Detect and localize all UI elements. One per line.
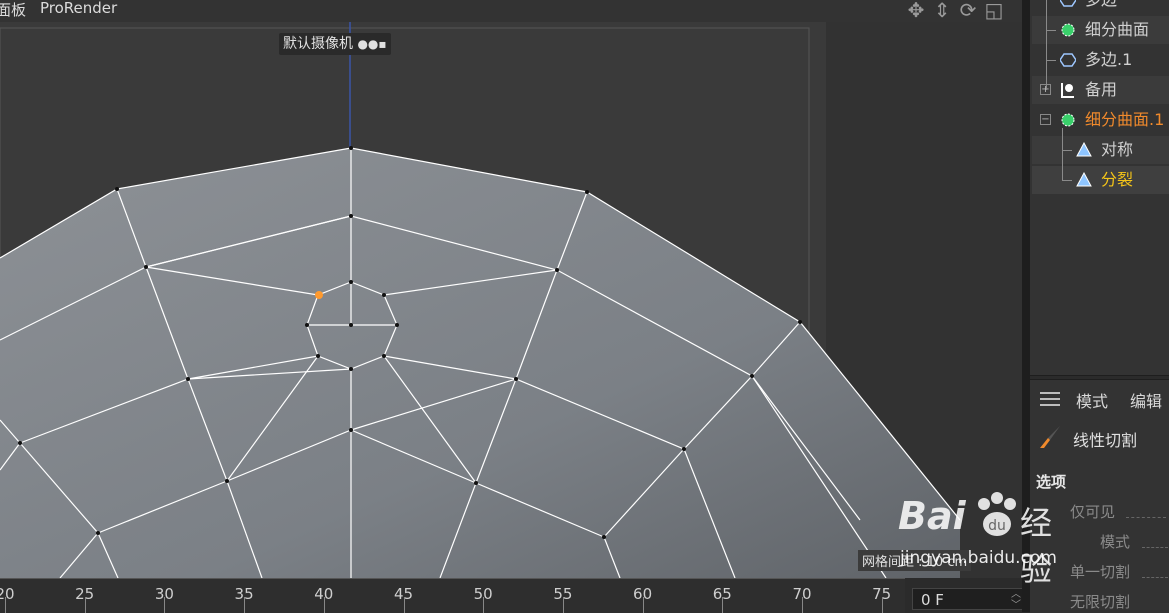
camera-label-text: 默认摄像机 [283, 36, 353, 52]
symmetry-icon [1076, 142, 1092, 157]
camera-icon: ●●▪ [357, 37, 387, 51]
timeline-tick-label: 20 [0, 585, 15, 603]
object-row-backup[interactable]: + 备用 [1032, 76, 1169, 104]
panel-divider[interactable] [1022, 0, 1030, 612]
timeline-tick [84, 597, 86, 613]
move-view-icon[interactable]: ✥ [906, 0, 932, 22]
option-mode[interactable]: 模式 [1100, 531, 1130, 552]
tree-line [1046, 60, 1056, 61]
selected-vertex[interactable] [315, 291, 323, 299]
menu-panel[interactable]: 面板 [0, 0, 26, 20]
tab-edit[interactable]: 编辑 [1130, 388, 1162, 412]
tree-line [1062, 150, 1072, 151]
object-label: 分裂 [1101, 170, 1134, 189]
polygon-icon [1060, 53, 1076, 67]
mesh-surface [0, 148, 960, 578]
object-row-split[interactable]: 分裂 [1032, 166, 1169, 194]
timeline-tick [403, 597, 405, 613]
tree-line [1062, 180, 1072, 181]
object-label: 细分曲面 [1085, 20, 1150, 39]
tool-name: 线性切割 [1073, 431, 1138, 450]
object-label: 多边.1 [1085, 50, 1133, 69]
section-title-options: 选项 [1036, 473, 1067, 491]
tree-line [1046, 30, 1056, 31]
split-icon [1076, 172, 1092, 187]
timeline-tick [244, 597, 246, 613]
option-visible-only[interactable]: 仅可见 [1070, 501, 1115, 522]
hamburger-menu-icon[interactable] [1040, 392, 1060, 406]
frame-value: 0 F [921, 591, 944, 609]
option-leader [1142, 577, 1168, 578]
subdivision-surface-icon [1061, 113, 1075, 127]
object-label: 多边 [1085, 0, 1117, 14]
object-row-subdivision-1[interactable]: − 细分曲面.1 [1032, 106, 1169, 134]
frame-stepper-icon[interactable]: ︿ ﹀ [1011, 589, 1021, 611]
object-label: 备用 [1085, 80, 1118, 99]
timeline-tick [562, 597, 564, 613]
timeline-tick [323, 597, 325, 613]
view-navigation-icons: ✥ ⇕ ⟳ ◱ [906, 0, 1010, 22]
null-object-icon [1061, 83, 1074, 98]
camera-label[interactable]: 默认摄像机 ●●▪ [279, 33, 391, 55]
knife-icon [1040, 426, 1060, 448]
rotate-view-icon[interactable]: ⟳ [958, 0, 984, 22]
attributes-panel: 模式 编辑 线性切割 选项 仅可见 模式 单一切割 无限切割 [1030, 379, 1169, 613]
object-label: 对称 [1101, 140, 1134, 159]
timeline-tick [5, 597, 6, 613]
3d-viewport[interactable]: 默认摄像机 ●●▪ 网格间距 : 10 cm [0, 22, 1022, 578]
tree-line [1046, 0, 1047, 90]
tree-line [1062, 128, 1063, 180]
option-infinite-cut[interactable]: 无限切割 [1070, 591, 1130, 612]
polygon-icon [1060, 0, 1076, 7]
object-manager: 多边 细分曲面 多边.1 + 备用 − 细分曲面.1 对称 分裂 [1030, 0, 1169, 376]
toggle-view-icon[interactable]: ◱ [984, 0, 1010, 22]
option-leader [1126, 517, 1166, 518]
option-leader [1142, 547, 1168, 548]
timeline-tick [164, 597, 166, 613]
timeline-ruler[interactable]: 20 25 30 35 40 45 50 55 60 65 70 75 [0, 578, 905, 613]
tab-mode[interactable]: 模式 [1076, 388, 1108, 412]
object-row-symmetry[interactable]: 对称 [1032, 136, 1169, 164]
grid-spacing-label: 网格间距 : 10 cm [858, 550, 972, 571]
collapse-icon[interactable]: − [1040, 114, 1051, 125]
subdivision-surface-icon [1061, 23, 1075, 37]
timeline-tick [642, 597, 644, 613]
object-row-polygon[interactable]: 多边 [1032, 0, 1169, 14]
attributes-header: 模式 编辑 [1030, 380, 1169, 414]
timeline-tick [802, 597, 803, 613]
timeline-tick [722, 597, 724, 613]
object-label: 细分曲面.1 [1085, 110, 1165, 129]
timeline-tick [881, 597, 883, 613]
current-frame-field[interactable]: 0 F ︿ ﹀ [912, 588, 1026, 611]
timeline-tick [483, 597, 485, 613]
viewport-menu-bar: 面板 ProRender ✥ ⇕ ⟳ ◱ [0, 0, 1030, 22]
menu-prorender[interactable]: ProRender [40, 0, 117, 17]
mesh-canvas[interactable] [0, 22, 1022, 578]
zoom-view-icon[interactable]: ⇕ [932, 0, 958, 22]
option-single-cut[interactable]: 单一切割 [1070, 561, 1130, 582]
